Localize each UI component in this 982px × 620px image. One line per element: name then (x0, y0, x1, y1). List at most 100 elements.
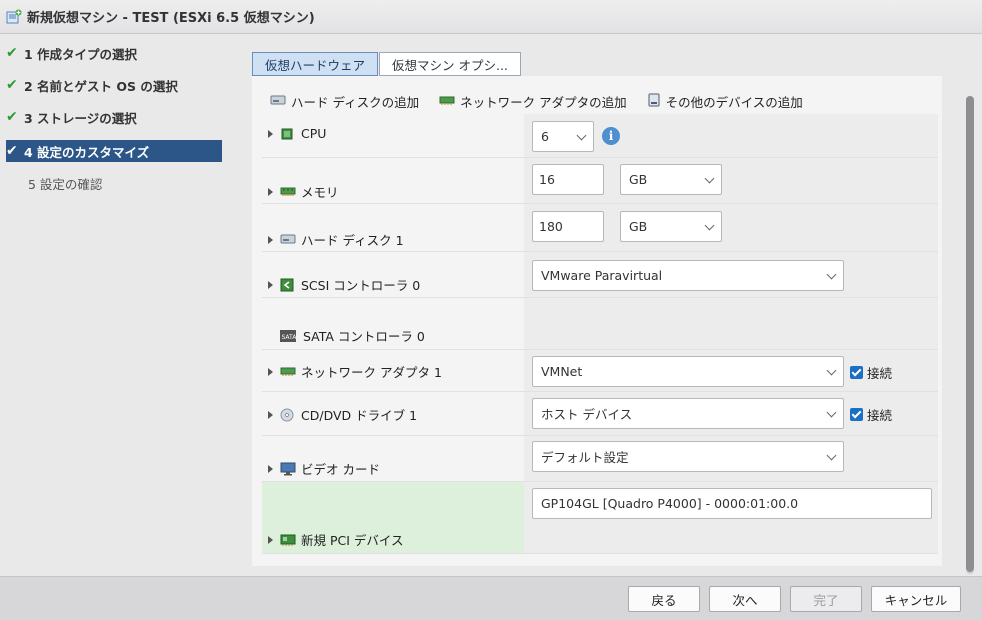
cddvd-connect-label: 接続 (867, 408, 893, 423)
chevron-down-icon (826, 269, 837, 280)
window-title: 新規仮想マシン - TEST (ESXi 6.5 仮想マシン) (27, 11, 315, 26)
add-hard-disk-label: ハード ディスクの追加 (291, 94, 420, 110)
scsi-type-select[interactable]: VMware Paravirtual (532, 260, 844, 291)
hard-disk-size-input[interactable]: 180 (532, 211, 604, 242)
cpu-count-value: 6 (541, 129, 549, 144)
sata-controller-icon: SATA (280, 329, 298, 343)
video-label-group[interactable]: ビデオ カード (268, 459, 380, 478)
back-button[interactable]: 戻る (628, 586, 700, 612)
check-icon: ✔ (6, 77, 18, 93)
checkbox-checked-icon[interactable] (850, 408, 863, 421)
network-label-group[interactable]: ネットワーク アダプタ 1 (268, 362, 442, 381)
chevron-down-icon (826, 365, 837, 376)
step-customize-settings[interactable]: ✔ 4 設定のカスタマイズ (6, 140, 222, 162)
chevron-down-icon (826, 450, 837, 461)
add-hard-disk-button[interactable]: ハード ディスクの追加 (270, 92, 419, 111)
expand-caret-icon[interactable] (268, 410, 273, 419)
cddvd-label-group[interactable]: CD/DVD ドライブ 1 (268, 405, 417, 424)
step-select-creation-type[interactable]: ✔ 1 作成タイプの選択 (6, 42, 222, 64)
device-row-scsi-controller: SCSI コントローラ 0 VMware Paravirtual (262, 252, 938, 298)
device-row-memory: メモリ 16 GB (262, 158, 938, 204)
tab-vm-options[interactable]: 仮想マシン オプシ... (379, 52, 521, 76)
pci-device-icon (280, 533, 296, 547)
step-label: 4 設定のカスタマイズ (24, 144, 150, 160)
expand-caret-icon[interactable] (268, 235, 273, 244)
cddvd-label: CD/DVD ドライブ 1 (301, 408, 418, 423)
step-label: 5 設定の確認 (28, 176, 103, 192)
memory-unit-value: GB (629, 172, 648, 187)
chevron-down-icon (576, 130, 587, 141)
expand-caret-icon[interactable] (268, 535, 273, 544)
device-row-network-adapter: ネットワーク アダプタ 1 VMNet 接続 (262, 350, 938, 392)
step-select-storage[interactable]: ✔ 3 ストレージの選択 (6, 106, 222, 128)
expand-caret-icon[interactable] (268, 367, 273, 376)
network-connect-checkbox[interactable]: 接続 (850, 363, 892, 382)
main-content: 仮想ハードウェア 仮想マシン オプシ... ハード ディスクの追加 ネットワーク… (244, 42, 966, 570)
scsi-type-value: VMware Paravirtual (541, 268, 663, 283)
finish-button[interactable]: 完了 (790, 586, 862, 612)
new-vm-icon (6, 9, 22, 25)
expand-caret-icon[interactable] (268, 129, 273, 138)
hard-disk-icon (280, 233, 296, 247)
info-icon[interactable]: i (602, 127, 620, 145)
device-toolbar: ハード ディスクの追加 ネットワーク アダプタの追加 その他のデバイスの追加 (270, 90, 823, 112)
add-network-adapter-label: ネットワーク アダプタの追加 (460, 94, 627, 110)
cpu-label-group[interactable]: CPU (268, 126, 326, 141)
cpu-label: CPU (301, 126, 327, 141)
network-adapter-icon (439, 94, 455, 109)
chevron-down-icon (704, 173, 715, 184)
scrollbar-thumb[interactable] (966, 96, 974, 572)
memory-size-input[interactable]: 16 (532, 164, 604, 195)
check-icon: ✔ (6, 143, 18, 159)
hard-disk-unit-select[interactable]: GB (620, 211, 722, 242)
check-icon: ✔ (6, 45, 18, 61)
vertical-scrollbar[interactable] (966, 96, 974, 574)
expand-caret-icon[interactable] (268, 464, 273, 473)
check-icon: ✔ (6, 109, 18, 125)
memory-label-group[interactable]: メモリ (268, 182, 339, 201)
tab-bar: 仮想ハードウェア 仮想マシン オプシ... (252, 52, 522, 76)
step-confirm-settings[interactable]: 5 設定の確認 (6, 172, 222, 194)
video-label: ビデオ カード (301, 462, 380, 477)
wizard-footer: 戻る 次へ 完了 キャンセル (0, 576, 982, 620)
scsi-label: SCSI コントローラ 0 (301, 278, 421, 293)
memory-icon (280, 185, 296, 199)
device-row-cpu: CPU 6 i (262, 114, 938, 158)
cancel-button[interactable]: キャンセル (871, 586, 961, 612)
tab-virtual-hardware[interactable]: 仮想ハードウェア (252, 52, 379, 76)
device-row-hard-disk: ハード ディスク 1 180 GB (262, 204, 938, 252)
expand-caret-icon[interactable] (268, 187, 273, 196)
network-select[interactable]: VMNet (532, 356, 844, 387)
add-network-adapter-button[interactable]: ネットワーク アダプタの追加 (439, 92, 627, 111)
sata-label: SATA コントローラ 0 (303, 329, 425, 344)
video-select[interactable]: デフォルト設定 (532, 441, 844, 472)
scsi-label-group[interactable]: SCSI コントローラ 0 (268, 275, 420, 294)
pci-device-select[interactable]: GP104GL [Quadro P4000] - 0000:01:00.0 (532, 488, 932, 519)
memory-unit-select[interactable]: GB (620, 164, 722, 195)
checkbox-checked-icon[interactable] (850, 366, 863, 379)
title-bar: 新規仮想マシン - TEST (ESXi 6.5 仮想マシン) (0, 0, 982, 34)
next-button[interactable]: 次へ (709, 586, 781, 612)
cpu-count-select[interactable]: 6 (532, 121, 594, 152)
scsi-controller-icon (280, 278, 296, 292)
network-adapter-icon (280, 365, 296, 379)
device-row-cd-dvd: CD/DVD ドライブ 1 ホスト デバイス 接続 (262, 392, 938, 436)
hard-disk-label-group[interactable]: ハード ディスク 1 (268, 230, 404, 249)
expand-caret-icon[interactable] (268, 280, 273, 289)
step-select-name-guest-os[interactable]: ✔ 2 名前とゲスト OS の選択 (6, 74, 222, 96)
hardware-panel: ハード ディスクの追加 ネットワーク アダプタの追加 その他のデバイスの追加 C… (252, 76, 942, 566)
cddvd-connect-checkbox[interactable]: 接続 (850, 405, 892, 424)
add-other-device-button[interactable]: その他のデバイスの追加 (647, 92, 803, 111)
memory-label: メモリ (301, 185, 339, 200)
other-device-icon (647, 93, 661, 110)
cd-dvd-icon (280, 408, 296, 422)
device-row-video-card: ビデオ カード デフォルト設定 (262, 436, 938, 482)
network-connect-label: 接続 (867, 366, 893, 381)
network-value: VMNet (541, 364, 583, 379)
add-other-device-label: その他のデバイスの追加 (665, 94, 803, 110)
cddvd-select[interactable]: ホスト デバイス (532, 398, 844, 429)
pci-label-group[interactable]: 新規 PCI デバイス (268, 530, 404, 549)
wizard-steps: ✔ 1 作成タイプの選択 ✔ 2 名前とゲスト OS の選択 ✔ 3 ストレージ… (0, 35, 240, 575)
chevron-down-icon (704, 220, 715, 231)
step-label: 1 作成タイプの選択 (24, 46, 138, 62)
